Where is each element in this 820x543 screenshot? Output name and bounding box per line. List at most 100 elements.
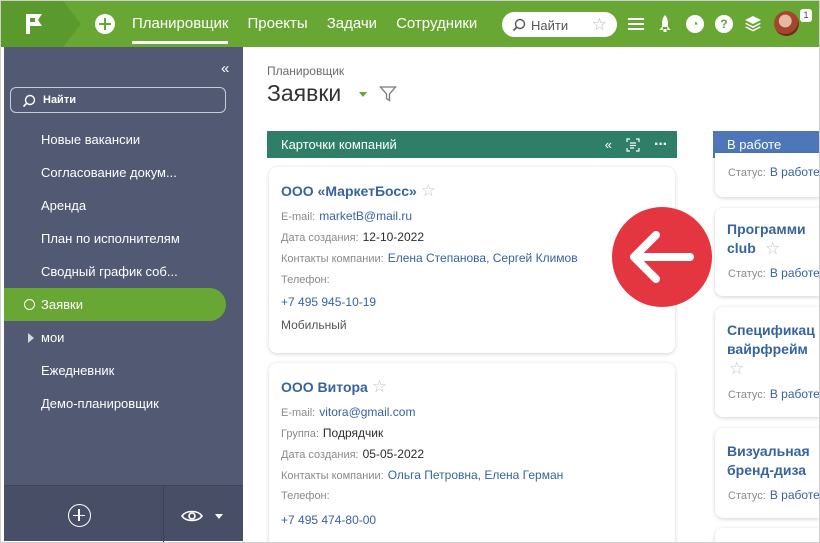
- field-label: Контакты компании:: [281, 253, 384, 265]
- contacts-row: Контакты компании: Елена Степанова, Серге…: [281, 251, 578, 265]
- task-card[interactable]: Статус: В работе: [715, 153, 819, 197]
- scan-icon[interactable]: [626, 137, 640, 152]
- task-card[interactable]: [715, 528, 819, 542]
- phone-row: +7 495 945-10-19: [281, 295, 376, 309]
- star-icon[interactable]: ☆: [729, 359, 744, 379]
- nav-tasks[interactable]: Задачи: [327, 1, 377, 47]
- sidebar-item-mine[interactable]: мои: [4, 321, 243, 354]
- nav-employees[interactable]: Сотрудники: [396, 1, 477, 47]
- column-header-company-cards[interactable]: Карточки компаний « ···: [267, 131, 677, 158]
- phone-label: Телефон:: [281, 490, 330, 502]
- status-row: Статус: В работе: [728, 266, 819, 280]
- task-card[interactable]: Спецификац вайрфрейм ☆ Статус: В работе: [715, 307, 819, 417]
- status-value[interactable]: В работе: [770, 266, 819, 280]
- sidebar-list: Новые вакансии Согласование докум... Аре…: [4, 123, 243, 420]
- sidebar-item-demo-planner[interactable]: Демо-планировщик: [4, 387, 243, 420]
- status-value[interactable]: В работе: [770, 387, 819, 401]
- task-title-line[interactable]: Визуальная: [727, 441, 810, 461]
- chevron-down-icon[interactable]: [215, 514, 223, 519]
- add-planner-button[interactable]: [68, 504, 91, 527]
- star-icon[interactable]: ☆: [592, 15, 607, 35]
- chevron-down-icon[interactable]: [359, 92, 367, 97]
- company-card[interactable]: ООО Витора ☆ E-mail: vitora@gmail.com Груп…: [269, 363, 675, 542]
- company-name[interactable]: ООО Витора: [281, 379, 368, 395]
- field-label: Группа:: [281, 428, 319, 440]
- sidebar-item-doc-approval[interactable]: Согласование докум...: [4, 156, 243, 189]
- layers-icon[interactable]: [744, 14, 764, 34]
- nav-projects[interactable]: Проекты: [247, 1, 307, 47]
- avatar[interactable]: [774, 11, 799, 36]
- notification-badge: 1: [800, 9, 812, 22]
- top-search-input[interactable]: Найти ☆: [502, 12, 617, 37]
- sidebar-item-label: Заявки: [41, 297, 83, 312]
- sidebar-item-summary-schedule[interactable]: Сводный график соб...: [4, 255, 243, 288]
- app-window: Планировщик Проекты Задачи Сотрудники На…: [0, 0, 820, 543]
- timer-icon[interactable]: ◔: [686, 15, 704, 33]
- rocket-icon[interactable]: [656, 14, 676, 34]
- status-value[interactable]: В работе: [770, 488, 819, 502]
- column-title: В работе: [727, 137, 782, 152]
- field-label: Контакты компании:: [281, 470, 384, 482]
- email-row: E-mail: vitora@gmail.com: [281, 405, 415, 419]
- email-link[interactable]: marketB@mail.ru: [319, 209, 412, 223]
- sidebar-item-requests[interactable]: Заявки: [4, 288, 226, 321]
- top-bar: Планировщик Проекты Задачи Сотрудники На…: [1, 1, 819, 47]
- contacts-link[interactable]: Елена Степанова, Сергей Климов: [388, 251, 578, 265]
- phone-row: +7 495 474-80-00: [281, 513, 376, 527]
- phone-link[interactable]: +7 495 945-10-19: [281, 295, 376, 309]
- group-value: Подрядчик: [322, 426, 384, 440]
- top-search-placeholder: Найти: [531, 18, 569, 33]
- phone-label: Телефон:: [281, 274, 330, 286]
- expand-arrow-icon[interactable]: [28, 333, 34, 343]
- task-title-line[interactable]: бренд-диза: [727, 460, 806, 480]
- collapse-sidebar-icon[interactable]: «: [221, 60, 229, 77]
- create-button[interactable]: [95, 14, 115, 34]
- field-label: E-mail:: [281, 211, 316, 223]
- collapse-column-icon[interactable]: «: [605, 131, 612, 158]
- contacts-link[interactable]: Ольга Петровна, Елена Герман: [388, 468, 564, 482]
- sidebar-search-input[interactable]: Найти: [10, 87, 226, 113]
- sidebar-item-executor-plan[interactable]: План по исполнителям: [4, 222, 243, 255]
- date-value: 12-10-2022: [362, 230, 424, 244]
- status-row: Статус: В работе: [728, 387, 819, 401]
- task-card[interactable]: Программи club ☆ Статус: В работе: [715, 208, 819, 296]
- status-value[interactable]: В работе: [770, 165, 819, 179]
- search-icon: [512, 18, 526, 32]
- star-icon[interactable]: ☆: [765, 239, 780, 259]
- flag-icon: [26, 14, 42, 34]
- logo[interactable]: [1, 1, 81, 47]
- circle-icon: [24, 299, 35, 310]
- sidebar: « Найти Новые вакансии Согласование доку…: [4, 47, 243, 542]
- filter-icon[interactable]: [379, 85, 397, 103]
- sidebar-item-rent[interactable]: Аренда: [4, 189, 243, 222]
- status-row: Статус: В работе: [728, 488, 819, 502]
- sidebar-item-label: мои: [41, 330, 65, 345]
- nav-planner[interactable]: Планировщик: [132, 1, 229, 47]
- phone-type-row: Мобильный: [281, 318, 347, 332]
- search-icon: [22, 94, 36, 108]
- task-title-line[interactable]: Спецификац: [727, 320, 815, 340]
- sidebar-item-diary[interactable]: Ежедневник: [4, 354, 243, 387]
- phone-link[interactable]: +7 495 474-80-00: [281, 513, 376, 527]
- star-icon[interactable]: ☆: [372, 377, 387, 396]
- task-card[interactable]: Визуальная бренд-диза Статус: В работе: [715, 428, 819, 518]
- eye-icon[interactable]: [181, 509, 203, 523]
- date-value: 05-05-2022: [362, 447, 424, 461]
- field-label: Статус:: [728, 167, 766, 179]
- task-title-line[interactable]: вайрфрейм: [727, 339, 808, 359]
- arrow-left-icon: [612, 207, 712, 307]
- email-row: E-mail: marketB@mail.ru: [281, 209, 412, 223]
- phone-type: Мобильный: [281, 318, 347, 332]
- task-title-line[interactable]: club: [727, 238, 756, 258]
- task-title-line[interactable]: Программи: [727, 219, 806, 239]
- company-name[interactable]: ООО «МаркетБосс»: [281, 183, 417, 199]
- breadcrumb[interactable]: Планировщик: [267, 64, 344, 78]
- help-icon[interactable]: ?: [715, 15, 733, 33]
- sidebar-item-new-vacancies[interactable]: Новые вакансии: [4, 123, 243, 156]
- more-icon[interactable]: ···: [654, 131, 668, 158]
- menu-icon[interactable]: [626, 14, 646, 34]
- star-icon[interactable]: ☆: [421, 181, 436, 200]
- field-label: Статус:: [728, 389, 766, 401]
- email-link[interactable]: vitora@gmail.com: [319, 405, 415, 419]
- field-label: Дата создания:: [281, 449, 359, 461]
